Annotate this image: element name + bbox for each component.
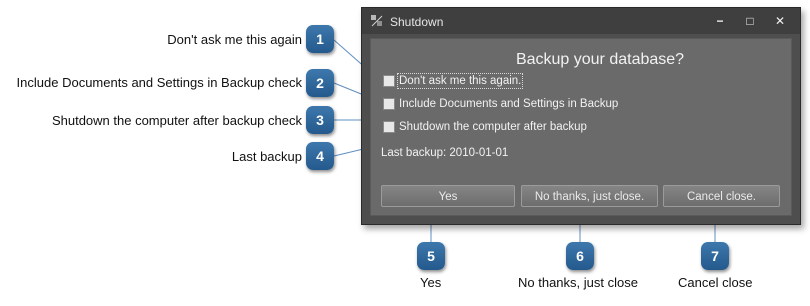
callout-label-6: No thanks, just close	[518, 275, 638, 290]
shutdown-after-backup-checkbox[interactable]: Shutdown the computer after backup	[383, 119, 587, 135]
close-button[interactable]: ✕	[766, 12, 794, 30]
annotated-screenshot: Don't ask me this again 1 Include Docume…	[0, 0, 810, 306]
checkbox-label: Shutdown the computer after backup	[399, 121, 587, 133]
last-backup-text: Last backup: 2010-01-01	[381, 147, 509, 159]
no-thanks-button[interactable]: No thanks, just close.	[521, 185, 658, 207]
checkbox-label: Include Documents and Settings in Backup	[399, 98, 619, 110]
dont-ask-again-checkbox[interactable]: Don't ask me this again.	[383, 73, 524, 89]
callout-label-4: Last backup	[231, 149, 302, 164]
callout-label-5: Yes	[420, 275, 442, 290]
window-title: Shutdown	[390, 15, 444, 29]
minimize-button[interactable]: −	[706, 12, 734, 30]
callout-label-2: Include Documents and Settings in Backup…	[16, 75, 302, 90]
shutdown-dialog-window: Shutdown − □ ✕ Backup your database? Don…	[361, 7, 801, 225]
checkbox-box[interactable]	[383, 74, 395, 87]
callout-badge-1: 1	[306, 25, 334, 53]
callout-badge-5: 5	[417, 242, 445, 270]
dialog-heading: Backup your database?	[515, 51, 685, 68]
checkbox-box[interactable]	[383, 97, 395, 110]
callout-label-3: Shutdown the computer after backup check	[51, 113, 302, 128]
yes-button[interactable]: Yes	[381, 185, 515, 207]
dialog-content: Backup your database? Don't ask me this …	[370, 38, 792, 216]
cancel-close-button[interactable]: Cancel close.	[663, 185, 780, 207]
callout-badge-3: 3	[306, 106, 334, 134]
callout-label-1: Don't ask me this again	[167, 32, 302, 47]
callout-badge-7: 7	[701, 242, 729, 270]
app-icon	[370, 14, 384, 28]
callout-badge-6: 6	[566, 242, 594, 270]
checkbox-box[interactable]	[383, 120, 395, 133]
checkbox-label: Don't ask me this again.	[396, 73, 524, 89]
maximize-button[interactable]: □	[736, 12, 764, 30]
include-documents-checkbox[interactable]: Include Documents and Settings in Backup	[383, 96, 618, 112]
callout-badge-2: 2	[306, 69, 334, 97]
callout-label-7: Cancel close	[678, 275, 753, 290]
callout-badge-4: 4	[306, 142, 334, 170]
window-titlebar[interactable]: Shutdown − □ ✕	[362, 8, 800, 34]
